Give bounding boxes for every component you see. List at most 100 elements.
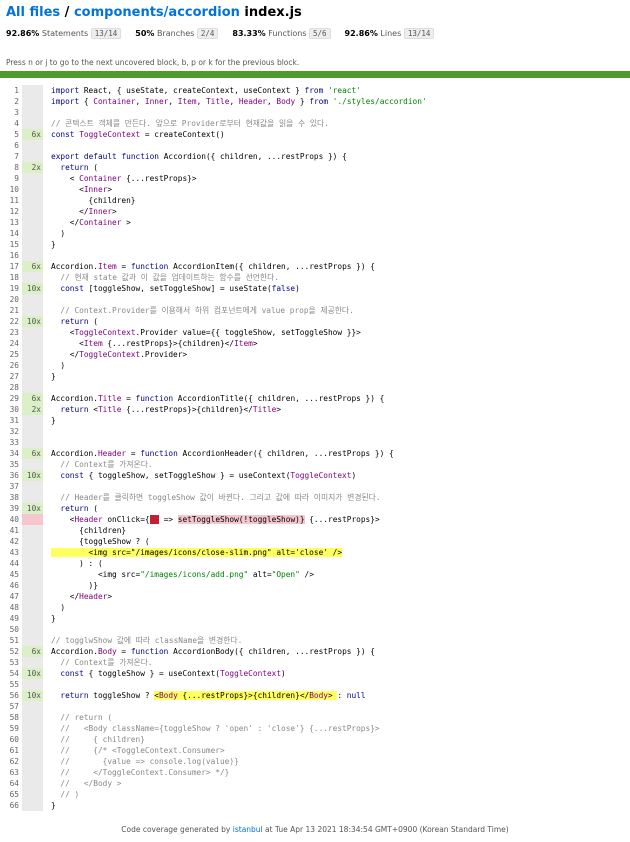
- source-text: [43, 382, 630, 393]
- code-line: 3: [0, 107, 630, 118]
- line-number[interactable]: 42: [0, 536, 22, 547]
- line-number[interactable]: 60: [0, 734, 22, 745]
- line-number[interactable]: 47: [0, 591, 22, 602]
- line-number[interactable]: 30: [0, 404, 22, 415]
- line-number[interactable]: 48: [0, 602, 22, 613]
- line-number[interactable]: 5: [0, 129, 22, 140]
- line-number[interactable]: 61: [0, 745, 22, 756]
- hit-count: [22, 349, 43, 360]
- line-number[interactable]: 53: [0, 657, 22, 668]
- code-line: 60 // { children}: [0, 734, 630, 745]
- code-line: 37: [0, 481, 630, 492]
- line-number[interactable]: 33: [0, 437, 22, 448]
- line-number[interactable]: 45: [0, 569, 22, 580]
- line-number[interactable]: 6: [0, 140, 22, 151]
- hit-count: 10x: [22, 690, 43, 701]
- source-text: // Context를 가져온다.: [51, 460, 153, 469]
- line-number[interactable]: 27: [0, 371, 22, 382]
- line-number[interactable]: 28: [0, 382, 22, 393]
- line-number[interactable]: 43: [0, 547, 22, 558]
- line-number[interactable]: 3: [0, 107, 22, 118]
- line-number[interactable]: 63: [0, 767, 22, 778]
- line-number[interactable]: 38: [0, 492, 22, 503]
- hit-count: [22, 745, 43, 756]
- hit-count: 6x: [22, 261, 43, 272]
- line-number[interactable]: 44: [0, 558, 22, 569]
- line-number[interactable]: 34: [0, 448, 22, 459]
- line-number[interactable]: 36: [0, 470, 22, 481]
- code-line: 28: [0, 382, 630, 393]
- code-line: 39 10x return (: [0, 503, 630, 514]
- line-number[interactable]: 8: [0, 162, 22, 173]
- line-number[interactable]: 21: [0, 305, 22, 316]
- line-number[interactable]: 35: [0, 459, 22, 470]
- line-number[interactable]: 50: [0, 624, 22, 635]
- istanbul-link[interactable]: istanbul: [233, 825, 263, 834]
- code-line: 44 ) : (: [0, 558, 630, 569]
- line-number[interactable]: 25: [0, 349, 22, 360]
- line-number[interactable]: 24: [0, 338, 22, 349]
- line-number[interactable]: 15: [0, 239, 22, 250]
- line-number[interactable]: 20: [0, 294, 22, 305]
- line-number[interactable]: 37: [0, 481, 22, 492]
- line-number[interactable]: 1: [0, 85, 22, 96]
- line-number[interactable]: 23: [0, 327, 22, 338]
- line-number[interactable]: 9: [0, 173, 22, 184]
- code-line: 2 import { Container, Inner, Item, Title,…: [0, 96, 630, 107]
- line-number[interactable]: 51: [0, 635, 22, 646]
- hit-count: [22, 107, 43, 118]
- code-line: 10 <Inner>: [0, 184, 630, 195]
- line-number[interactable]: 39: [0, 503, 22, 514]
- hit-count: [22, 492, 43, 503]
- line-number[interactable]: 49: [0, 613, 22, 624]
- hit-count: [22, 657, 43, 668]
- all-files-link[interactable]: All files: [6, 5, 60, 20]
- line-number[interactable]: 4: [0, 118, 22, 129]
- line-number[interactable]: 12: [0, 206, 22, 217]
- line-number[interactable]: 31: [0, 415, 22, 426]
- line-number[interactable]: 66: [0, 800, 22, 811]
- line-number[interactable]: 22: [0, 316, 22, 327]
- line-number[interactable]: 14: [0, 228, 22, 239]
- line-number[interactable]: 65: [0, 789, 22, 800]
- code-line: 15}: [0, 239, 630, 250]
- line-number[interactable]: 41: [0, 525, 22, 536]
- line-number[interactable]: 57: [0, 701, 22, 712]
- line-number[interactable]: 55: [0, 679, 22, 690]
- source-text: }: [51, 416, 56, 425]
- line-number[interactable]: 13: [0, 217, 22, 228]
- line-number[interactable]: 7: [0, 151, 22, 162]
- line-number[interactable]: 19: [0, 283, 22, 294]
- hit-count: [22, 371, 43, 382]
- line-number[interactable]: 64: [0, 778, 22, 789]
- line-number[interactable]: 26: [0, 360, 22, 371]
- line-number[interactable]: 46: [0, 580, 22, 591]
- source-text: [43, 624, 630, 635]
- line-number[interactable]: 59: [0, 723, 22, 734]
- hit-count: [22, 756, 43, 767]
- line-number[interactable]: 10: [0, 184, 22, 195]
- line-number[interactable]: 58: [0, 712, 22, 723]
- line-number[interactable]: 29: [0, 393, 22, 404]
- source-text: import { Container, Inner, Item, Title, …: [51, 97, 427, 106]
- line-number[interactable]: 11: [0, 195, 22, 206]
- directory-link[interactable]: components/accordion: [74, 5, 240, 20]
- source-text: <Inner>: [51, 185, 113, 194]
- line-number[interactable]: 2: [0, 96, 22, 107]
- hit-count: [22, 767, 43, 778]
- line-number[interactable]: 17: [0, 261, 22, 272]
- code-line: 45 <img src="/images/icons/add.png" alt=…: [0, 569, 630, 580]
- line-number[interactable]: 54: [0, 668, 22, 679]
- code-line: 58 // return (: [0, 712, 630, 723]
- line-number[interactable]: 18: [0, 272, 22, 283]
- source-text: ): [51, 603, 66, 612]
- line-number[interactable]: 62: [0, 756, 22, 767]
- line-number[interactable]: 52: [0, 646, 22, 657]
- source-text: }: [51, 614, 56, 623]
- line-number[interactable]: 56: [0, 690, 22, 701]
- line-number[interactable]: 32: [0, 426, 22, 437]
- hit-count: [22, 151, 43, 162]
- line-number[interactable]: 16: [0, 250, 22, 261]
- source-text: [43, 481, 630, 492]
- line-number[interactable]: 40: [0, 514, 22, 525]
